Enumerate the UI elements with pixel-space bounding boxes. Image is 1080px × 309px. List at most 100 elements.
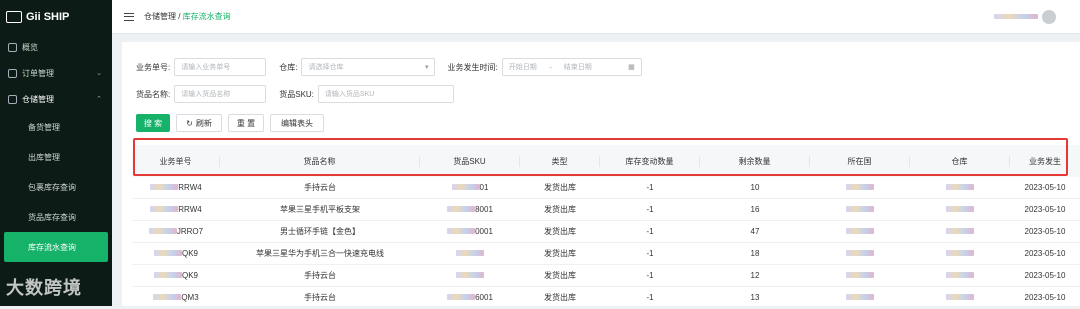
sidebar-item-warehouse[interactable]: 仓储管理 ⌃	[0, 86, 112, 112]
username-redacted	[994, 14, 1038, 19]
cell-change: -1	[646, 183, 654, 192]
search-button[interactable]: 搜 索	[136, 114, 170, 132]
cell-name: 手持云台	[304, 271, 336, 280]
order-no-input[interactable]: 请输入业务单号	[174, 58, 267, 76]
edit-header-button[interactable]: 编辑表头	[270, 114, 324, 132]
breadcrumb-parent[interactable]: 仓储管理	[144, 12, 176, 21]
cell-order: RRW4	[132, 183, 220, 192]
cell-warehouse	[910, 227, 1010, 236]
table-row[interactable]: QK9 手持云台 发货出库 -1 12 2023-05-10	[132, 265, 1080, 287]
cell-warehouse	[910, 249, 1010, 258]
dashboard-icon	[8, 42, 17, 52]
cell-warehouse	[910, 271, 1010, 280]
cell-date: 2023-05-10	[1024, 205, 1066, 214]
filter-row-2: 货品名称: 请输入货品名称 货品SKU: 请输入货品SKU	[136, 85, 454, 103]
user-menu[interactable]	[994, 9, 1056, 24]
cell-date: 2023-05-10	[1024, 293, 1066, 302]
redacted-text	[456, 272, 484, 278]
warehouse-select[interactable]: 请选择仓库 ▾	[301, 58, 436, 76]
cell-date: 2023-05-10	[1024, 183, 1066, 192]
top-bar: 仓储管理 / 库存流水查询	[112, 0, 1080, 34]
action-bar: 搜 索 ↻ 刷新 重 置 编辑表头	[136, 114, 330, 132]
redacted-text	[846, 184, 874, 190]
watermark: 大数跨境	[6, 278, 82, 298]
sku-input[interactable]: 请输入货品SKU	[317, 85, 454, 103]
table-row[interactable]: RRW4 手持云台 01 发货出库 -1 10 2023-05-10	[132, 177, 1080, 199]
cell-country	[810, 271, 910, 280]
reset-button[interactable]: 重 置	[228, 114, 264, 132]
redacted-text	[153, 272, 182, 278]
end-date-placeholder: 结束日期	[563, 64, 592, 71]
sku-placeholder: 请输入货品SKU	[324, 91, 375, 98]
cell-remain: 13	[750, 293, 760, 302]
cell-warehouse	[910, 293, 1010, 302]
cell-type: 发货出库	[544, 293, 576, 302]
table-row[interactable]: QK9 苹果三星华为手机三合一快速充电线 发货出库 -1 18 2023-05-…	[132, 243, 1080, 265]
breadcrumb-current: 库存流水查询	[182, 12, 231, 21]
warehouse-icon	[8, 94, 17, 104]
redacted-text	[447, 294, 476, 300]
redacted-text	[447, 228, 476, 234]
cell-order: RRW4	[132, 205, 220, 214]
cell-type: 发货出库	[544, 183, 576, 192]
avatar[interactable]	[1042, 9, 1056, 24]
cell-type: 发货出库	[544, 205, 576, 214]
table-row[interactable]: JRRO7 男士循环手链【金色】 0001 发货出库 -1 47 2023-05…	[132, 221, 1080, 243]
sidebar-item-orders[interactable]: 订单管理 ⌄	[0, 60, 112, 86]
cell-change: -1	[646, 227, 654, 236]
sidebar-sub-goods-stock[interactable]: 货品库存查询	[0, 202, 112, 232]
cell-type: 发货出库	[544, 227, 576, 236]
cell-warehouse	[910, 205, 1010, 214]
goods-name-input[interactable]: 请输入货品名称	[174, 85, 267, 103]
sidebar-item-overview[interactable]: 概览	[0, 34, 112, 60]
goods-name-label: 货品名称:	[136, 89, 171, 99]
redacted-text	[153, 250, 182, 256]
cell-country	[810, 249, 910, 258]
cell-change: -1	[646, 293, 654, 302]
cell-remain: 47	[750, 227, 760, 236]
cell-sku: 01	[420, 183, 520, 192]
cell-name: 男士循环手链【金色】	[280, 227, 360, 236]
cell-sku: 0001	[420, 227, 520, 236]
sidebar-item-label: 概览	[22, 42, 38, 52]
sidebar-sub-package-stock[interactable]: 包裹库存查询	[0, 172, 112, 202]
cell-order: QM3	[132, 293, 220, 302]
sidebar-sub-stock-prep[interactable]: 备货管理	[0, 112, 112, 142]
warehouse-label: 仓库:	[279, 62, 298, 72]
refresh-button[interactable]: ↻ 刷新	[176, 114, 222, 132]
cell-type: 发货出库	[544, 271, 576, 280]
cell-country	[810, 293, 910, 302]
chevron-up-icon: ⌃	[96, 96, 102, 103]
order-icon	[8, 68, 17, 78]
sidebar-sub-label: 货品库存查询	[28, 212, 76, 222]
cell-order: JRRO7	[132, 227, 220, 236]
menu-toggle-icon[interactable]	[124, 12, 134, 21]
cell-sku: 8001	[420, 205, 520, 214]
sidebar-sub-outbound[interactable]: 出库管理	[0, 142, 112, 172]
cell-country	[810, 205, 910, 214]
filter-row-1: 业务单号: 请输入业务单号 仓库: 请选择仓库 ▾ 业务发生时间: 开始日期 → …	[136, 58, 642, 76]
sidebar-sub-label: 出库管理	[28, 152, 60, 162]
cell-remain: 12	[750, 271, 760, 280]
sidebar-sub-stock-flow[interactable]: 库存流水查询	[4, 232, 108, 262]
chevron-down-icon: ⌄	[96, 70, 102, 77]
cell-country	[810, 183, 910, 192]
table-row[interactable]: RRW4 苹果三星手机平板支架 8001 发货出库 -1 16 2023-05-…	[132, 199, 1080, 221]
cell-remain: 18	[750, 249, 760, 258]
cell-name: 苹果三星手机平板支架	[280, 205, 360, 214]
sku-label: 货品SKU:	[279, 89, 314, 99]
cell-remain: 10	[750, 183, 760, 192]
cell-name: 手持云台	[304, 293, 336, 302]
goods-name-placeholder: 请输入货品名称	[181, 91, 231, 98]
cell-country	[810, 227, 910, 236]
app-name: Gii SHIP	[26, 11, 70, 23]
redacted-text	[153, 294, 182, 300]
redacted-text	[946, 272, 974, 278]
cell-date: 2023-05-10	[1024, 271, 1066, 280]
sidebar-sub-label: 库存流水查询	[28, 242, 76, 252]
date-range-picker[interactable]: 开始日期 → 结束日期 ▦	[501, 58, 642, 76]
calendar-icon: ▦	[628, 64, 635, 71]
cell-warehouse	[910, 183, 1010, 192]
warehouse-placeholder: 请选择仓库	[308, 64, 344, 71]
range-separator: →	[546, 63, 554, 71]
